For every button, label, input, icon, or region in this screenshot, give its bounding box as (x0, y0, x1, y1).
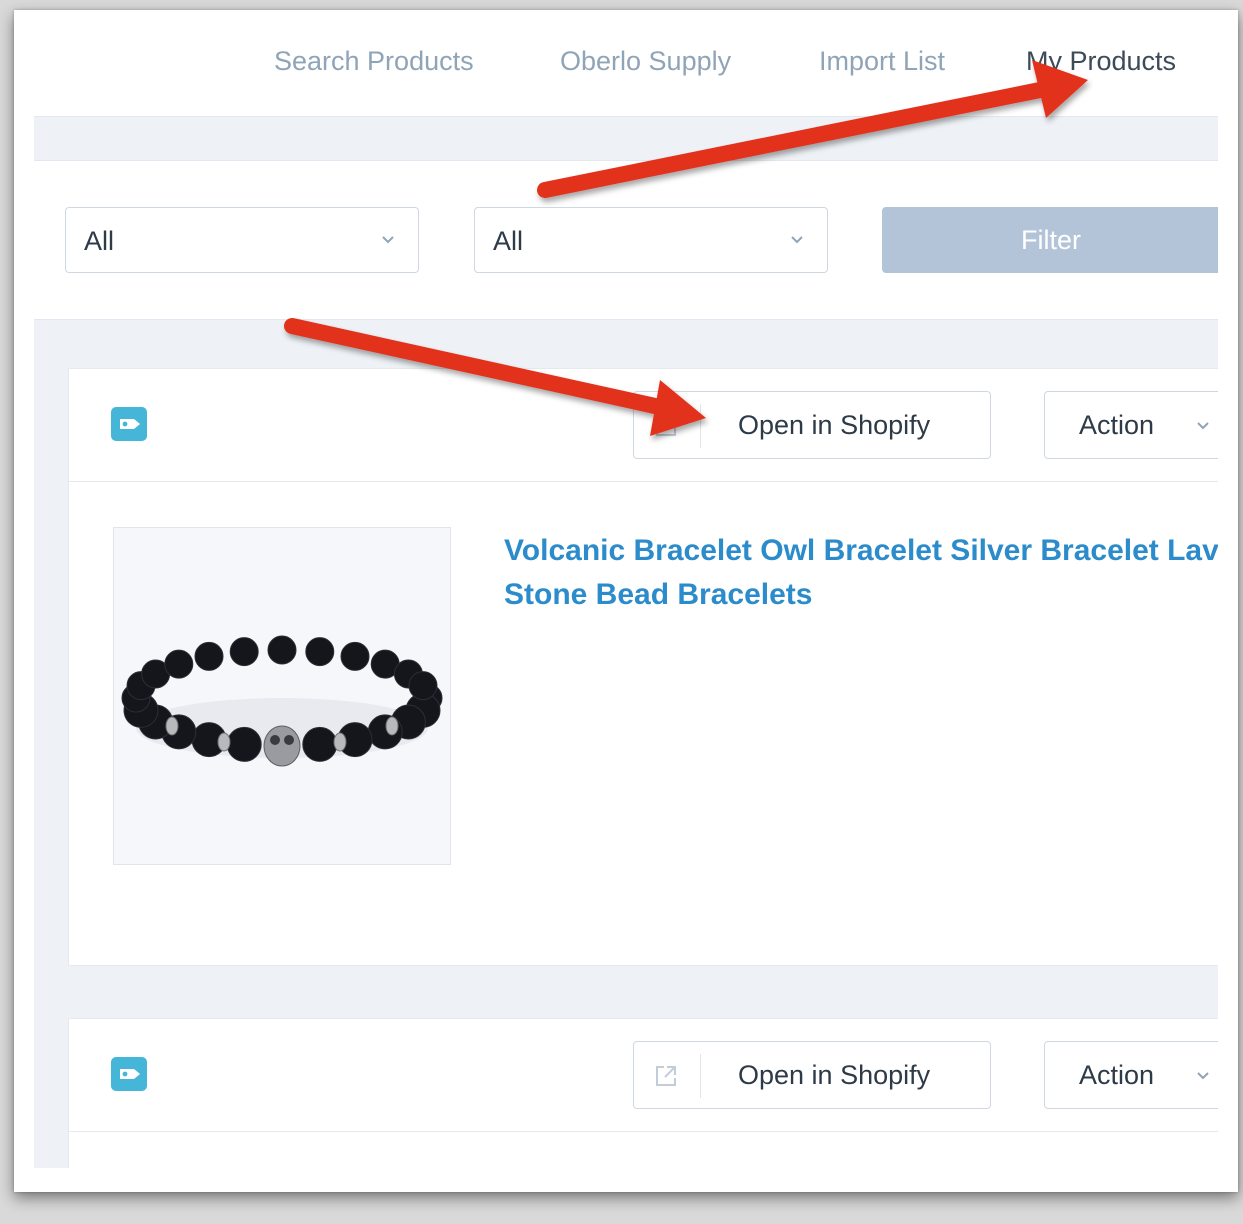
action-dropdown[interactable]: Action (1044, 1041, 1218, 1109)
tab-my-products[interactable]: My Products (1026, 46, 1176, 77)
bracelet-image (114, 528, 450, 864)
tag-icon (111, 1057, 147, 1091)
filter-select-1[interactable]: All (65, 207, 419, 273)
filter-button[interactable]: Filter (882, 207, 1218, 273)
product-card-header: Open in Shopify Action (69, 369, 1218, 482)
chevron-down-icon (791, 236, 803, 244)
chevron-down-icon (1197, 422, 1209, 430)
filter-bar: All All Filter (34, 160, 1218, 320)
app-window: Search Products Oberlo Supply Import Lis… (34, 30, 1218, 1168)
chevron-down-icon (382, 236, 394, 244)
product-title-link[interactable]: Volcanic Bracelet Owl Bracelet Silver Br… (504, 529, 1218, 617)
open-in-shopify-label: Open in Shopify (738, 410, 931, 440)
action-label: Action (1079, 1060, 1155, 1090)
external-link-icon (656, 416, 676, 436)
screenshot-frame: Search Products Oberlo Supply Import Lis… (14, 10, 1238, 1192)
filter-select-2-value: All (493, 226, 524, 256)
open-in-shopify-button[interactable]: Open in Shopify (633, 1041, 991, 1109)
tag-icon (111, 407, 147, 441)
open-in-shopify-button[interactable]: Open in Shopify (633, 391, 991, 459)
button-divider (700, 1054, 701, 1098)
button-divider (700, 404, 701, 448)
tab-search-products[interactable]: Search Products (274, 46, 474, 77)
action-dropdown[interactable]: Action (1044, 391, 1218, 459)
tab-oberlo-supply[interactable]: Oberlo Supply (560, 46, 731, 77)
filter-select-2[interactable]: All (474, 207, 828, 273)
top-nav: Search Products Oberlo Supply Import Lis… (34, 30, 1218, 117)
chevron-down-icon (1197, 1072, 1209, 1080)
product-image[interactable] (113, 527, 451, 865)
open-in-shopify-label: Open in Shopify (738, 1060, 931, 1090)
action-label: Action (1079, 410, 1155, 440)
external-link-icon (656, 1066, 676, 1086)
filter-select-1-value: All (84, 226, 115, 256)
product-card: Open in Shopify Action (68, 1018, 1218, 1168)
product-card-header: Open in Shopify Action (69, 1019, 1218, 1132)
tab-import-list[interactable]: Import List (819, 46, 945, 77)
product-card: Open in Shopify Action Volcanic Bracelet… (68, 368, 1218, 966)
